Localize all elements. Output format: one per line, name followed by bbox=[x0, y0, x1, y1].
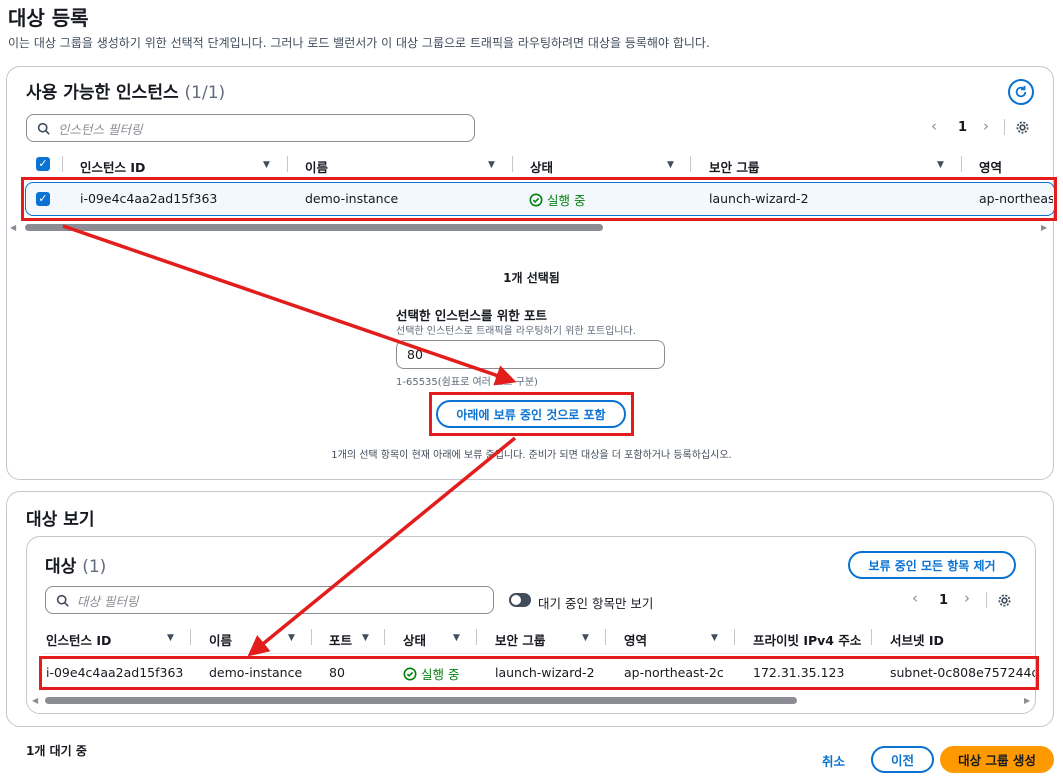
annotation-arrow bbox=[62, 224, 517, 657]
